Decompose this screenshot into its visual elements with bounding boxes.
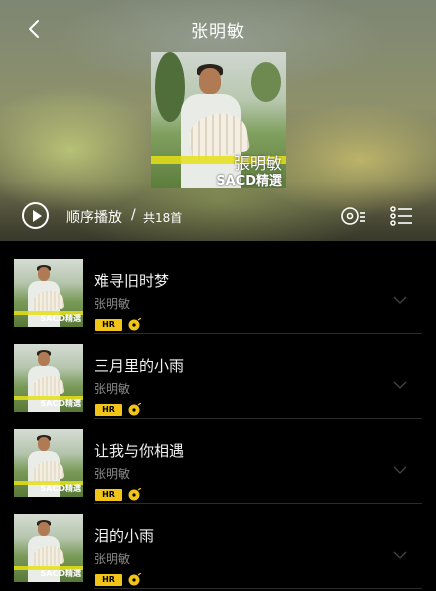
hr-badge: HR — [95, 489, 122, 501]
thumb-series-text: SACD精選 — [40, 569, 81, 578]
track-count: 共18首 — [143, 211, 183, 225]
song-title: 难寻旧时梦 — [94, 272, 170, 290]
quality-icon — [128, 488, 141, 501]
thumb-series-text: SACD精選 — [40, 399, 81, 408]
thumb-series-text: SACD精選 — [40, 314, 81, 323]
play-mode-label[interactable]: 顺序播放 — [66, 207, 122, 227]
chevron-down-icon[interactable] — [393, 465, 407, 475]
song-row[interactable]: SACD精選 三月里的小雨 张明敏 HR — [0, 334, 436, 419]
song-thumbnail: SACD精選 — [14, 429, 83, 497]
song-title: 三月里的小雨 — [94, 357, 185, 375]
song-thumbnail: SACD精選 — [14, 259, 83, 327]
song-title: 让我与你相遇 — [94, 442, 185, 460]
quality-icon — [128, 403, 141, 416]
album-header: 张明敏 張明敏 SACD精選 顺序播放 / 共18首 — [0, 0, 436, 241]
disc-list-icon[interactable] — [340, 205, 366, 227]
song-row[interactable]: SACD精選 让我与你相遇 张明敏 HR — [0, 419, 436, 504]
song-artist: 张明敏 — [94, 467, 131, 481]
quality-icon — [128, 318, 141, 331]
hr-badge: HR — [95, 319, 122, 331]
play-separator: / — [131, 207, 136, 223]
list-menu-icon[interactable] — [390, 205, 414, 227]
chevron-down-icon[interactable] — [393, 295, 407, 305]
song-artist: 张明敏 — [94, 552, 131, 566]
song-row[interactable]: SACD精選 难寻旧时梦 张明敏 HR — [0, 249, 436, 334]
song-artist: 张明敏 — [94, 382, 131, 396]
song-title: 泪的小雨 — [94, 527, 155, 545]
cover-series-text: SACD精選 — [216, 174, 282, 188]
thumb-series-text: SACD精選 — [40, 484, 81, 493]
quality-icon — [128, 573, 141, 586]
hr-badge: HR — [95, 404, 122, 416]
play-all-button[interactable] — [22, 202, 49, 229]
song-list: SACD精選 难寻旧时梦 张明敏 HR SACD精選 三月里的小雨 张明敏 HR — [0, 241, 436, 591]
song-artist: 张明敏 — [94, 297, 131, 311]
album-cover: 張明敏 SACD精選 — [151, 52, 286, 188]
chevron-down-icon[interactable] — [393, 380, 407, 390]
page-title: 张明敏 — [191, 22, 245, 42]
play-all-bar: 顺序播放 / 共18首 — [0, 202, 436, 230]
chevron-down-icon[interactable] — [393, 550, 407, 560]
song-thumbnail: SACD精選 — [14, 344, 83, 412]
song-row[interactable]: SACD精選 泪的小雨 张明敏 HR — [0, 504, 436, 589]
song-thumbnail: SACD精選 — [14, 514, 83, 582]
hr-badge: HR — [95, 574, 122, 586]
